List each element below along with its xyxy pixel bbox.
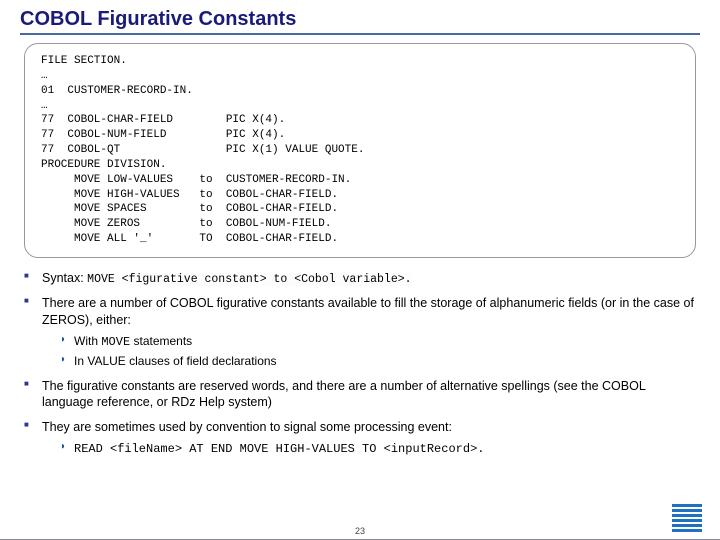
list-item: READ <fileName> AT END MOVE HIGH-VALUES … (60, 440, 700, 457)
code-line: FILE SECTION. (41, 54, 679, 69)
page-title: COBOL Figurative Constants (20, 8, 700, 35)
code-line: MOVE HIGH-VALUES to COBOL-CHAR-FIELD. (41, 188, 679, 203)
bullet-text: They are sometimes used by convention to… (42, 420, 452, 434)
code-block: FILE SECTION. … 01 CUSTOMER-RECORD-IN. …… (24, 43, 696, 258)
syntax-code: MOVE <figurative constant> to <Cobol var… (87, 273, 411, 286)
bullet-list: Syntax: MOVE <figurative constant> to <C… (20, 270, 700, 457)
list-item: There are a number of COBOL figurative c… (24, 295, 700, 369)
sub-text: statements (130, 334, 192, 348)
code-line: 01 CUSTOMER-RECORD-IN. (41, 84, 679, 99)
sub-list: READ <fileName> AT END MOVE HIGH-VALUES … (42, 440, 700, 457)
code-word: MOVE (101, 335, 130, 349)
code-line: 77 COBOL-QT PIC X(1) VALUE QUOTE. (41, 143, 679, 158)
list-item: Syntax: MOVE <figurative constant> to <C… (24, 270, 700, 288)
sub-text: In VALUE clauses of field declarations (74, 354, 277, 368)
ibm-logo (672, 504, 702, 532)
list-item: With MOVE statements (60, 333, 700, 350)
code-line: 77 COBOL-NUM-FIELD PIC X(4). (41, 128, 679, 143)
code-line: … (41, 69, 679, 84)
list-item: In VALUE clauses of field declarations (60, 353, 700, 369)
syntax-lead: Syntax: (42, 271, 87, 285)
code-line: PROCEDURE DIVISION. (41, 158, 679, 173)
page-number: 23 (0, 526, 720, 536)
code-line: MOVE SPACES to COBOL-CHAR-FIELD. (41, 202, 679, 217)
code-line: … (41, 99, 679, 114)
code-line: READ <fileName> AT END MOVE HIGH-VALUES … (74, 442, 484, 456)
code-line: MOVE LOW-VALUES to CUSTOMER-RECORD-IN. (41, 173, 679, 188)
bullet-text: The figurative constants are reserved wo… (42, 379, 645, 410)
sub-list: With MOVE statements In VALUE clauses of… (42, 333, 700, 369)
code-line: 77 COBOL-CHAR-FIELD PIC X(4). (41, 113, 679, 128)
list-item: They are sometimes used by convention to… (24, 419, 700, 457)
sub-text: With (74, 334, 101, 348)
code-line: MOVE ALL '_' TO COBOL-CHAR-FIELD. (41, 232, 679, 247)
bullet-text: There are a number of COBOL figurative c… (42, 296, 694, 327)
code-line: MOVE ZEROS to COBOL-NUM-FIELD. (41, 217, 679, 232)
list-item: The figurative constants are reserved wo… (24, 378, 700, 412)
